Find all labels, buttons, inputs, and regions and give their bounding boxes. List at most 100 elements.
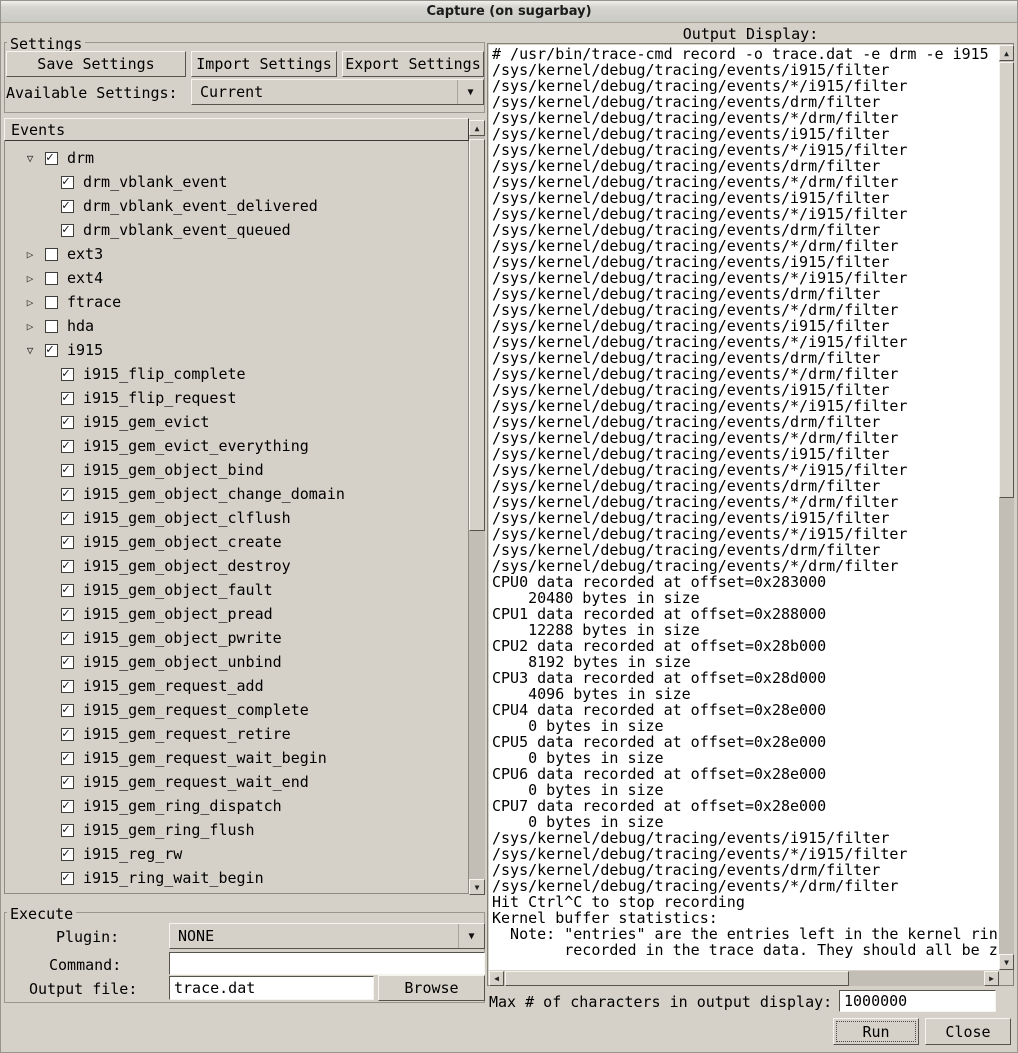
tree-row-i915_gem_object_pwrite[interactable]: ✓ i915_gem_object_pwrite (5, 626, 468, 650)
expander-closed-icon[interactable]: ▷ (23, 296, 37, 309)
output-hscrollbar[interactable]: ◀ ▶ (489, 971, 999, 986)
checkbox-i915_gem_request_complete[interactable]: ✓ (61, 704, 74, 717)
plugin-combo[interactable]: NONE ▼ (169, 923, 485, 949)
tree-row-drm_vblank_event[interactable]: ✓drm_vblank_event (5, 170, 468, 194)
checkbox-i915_gem_request_retire[interactable]: ✓ (61, 728, 74, 741)
tree-row-i915_gem_ring_dispatch[interactable]: ✓i915_gem_ring_dispatch (5, 794, 468, 818)
events-column-header[interactable]: Events (4, 118, 469, 141)
tree-row-i915_gem_request_add[interactable]: ✓i915_gem_request_add (5, 674, 468, 698)
checkbox-ext4[interactable] (45, 272, 58, 285)
close-button[interactable]: Close (925, 1018, 1011, 1045)
tree-row-i915_gem_request_wait_begin[interactable]: ✓ i915_gem_request_wait_begin (5, 746, 468, 770)
save-settings-button[interactable]: Save Settings (6, 51, 186, 77)
events-scrollbar[interactable]: ▲ ▼ (469, 120, 485, 895)
checkbox-i915[interactable]: ✓ (45, 344, 58, 357)
checkbox-drm_vblank_event_delivered[interactable]: ✓ (61, 200, 74, 213)
expander-closed-icon[interactable]: ▷ (23, 272, 37, 285)
plugin-dropdown-zone[interactable]: ▼ (458, 924, 484, 948)
title-bar[interactable]: Capture (on sugarbay) (1, 1, 1017, 23)
checkbox-i915_gem_evict[interactable]: ✓ (61, 416, 74, 429)
tree-row-i915[interactable]: ▽✓i915 (5, 338, 468, 362)
tree-row-i915_gem_object_create[interactable]: ✓i915_gem_object_create (5, 530, 468, 554)
checkbox-i915_gem_object_pwrite[interactable]: ✓ (61, 632, 74, 645)
event-label: i915_gem_object_pwrite (83, 629, 282, 647)
checkbox-i915_gem_ring_flush[interactable]: ✓ (61, 824, 74, 837)
checkbox-i915_flip_complete[interactable]: ✓ (61, 368, 74, 381)
tree-row-i915_gem_object_pread[interactable]: ✓i915_gem_object_pread (5, 602, 468, 626)
checkbox-i915_gem_request_add[interactable]: ✓ (61, 680, 74, 693)
tree-row-drm[interactable]: ▽✓drm (5, 146, 468, 170)
checkbox-i915_gem_object_unbind[interactable]: ✓ (61, 656, 74, 669)
checkbox-drm_vblank_event_queued[interactable]: ✓ (61, 224, 74, 237)
checkbox-i915_gem_object_pread[interactable]: ✓ (61, 608, 74, 621)
tree-row-i915_gem_request_retire[interactable]: ✓i915_gem_request_retire (5, 722, 468, 746)
max-chars-input[interactable] (839, 990, 996, 1012)
checkbox-ftrace[interactable] (45, 296, 58, 309)
tree-row-ext3[interactable]: ▷ext3 (5, 242, 468, 266)
checkbox-i915_gem_object_create[interactable]: ✓ (61, 536, 74, 549)
command-input[interactable] (169, 952, 485, 975)
output-scroll-left-icon[interactable]: ◀ (489, 971, 504, 986)
tree-row-drm_vblank_event_queued[interactable]: ✓drm_vblank_event_queued (5, 218, 468, 242)
tree-row-hda[interactable]: ▷hda (5, 314, 468, 338)
checkbox-hda[interactable] (45, 320, 58, 333)
checkbox-i915_gem_object_change_domain[interactable]: ✓ (61, 488, 74, 501)
tree-row-i915_gem_object_unbind[interactable]: ✓i915_gem_object_unbind (5, 650, 468, 674)
checkbox-i915_gem_ring_dispatch[interactable]: ✓ (61, 800, 74, 813)
tree-row-i915_gem_object_bind[interactable]: ✓i915_gem_object_bind (5, 458, 468, 482)
checkbox-ext3[interactable] (45, 248, 58, 261)
output-scroll-up-icon[interactable]: ▲ (999, 45, 1014, 61)
expander-closed-icon[interactable]: ▷ (23, 320, 37, 333)
expander-open-icon[interactable]: ▽ (23, 152, 37, 165)
import-settings-button[interactable]: Import Settings (191, 51, 337, 77)
tree-row-i915_flip_complete[interactable]: ✓i915_flip_complete (5, 362, 468, 386)
chevron-down-icon: ▼ (467, 87, 473, 98)
checkbox-i915_gem_object_destroy[interactable]: ✓ (61, 560, 74, 573)
tree-row-i915_ring_wait_begin[interactable]: ✓i915_ring_wait_begin (5, 866, 468, 890)
events-scrollbar-thumb[interactable] (469, 139, 485, 531)
checkbox-drm[interactable]: ✓ (45, 152, 58, 165)
checkbox-i915_ring_wait_begin[interactable]: ✓ (61, 872, 74, 885)
tree-row-i915_reg_rw[interactable]: ✓i915_reg_rw (5, 842, 468, 866)
browse-button[interactable]: Browse (378, 975, 485, 1001)
checkbox-i915_flip_request[interactable]: ✓ (61, 392, 74, 405)
checkbox-i915_gem_request_wait_end[interactable]: ✓ (61, 776, 74, 789)
checkbox-i915_gem_object_bind[interactable]: ✓ (61, 464, 74, 477)
tree-row-i915_gem_ring_flush[interactable]: ✓i915_gem_ring_flush (5, 818, 468, 842)
output-file-input[interactable] (169, 976, 374, 1000)
run-button[interactable]: Run (833, 1018, 919, 1045)
tree-row-i915_gem_object_change_domain[interactable]: ✓i915_gem_object_change_domain (5, 482, 468, 506)
expander-open-icon[interactable]: ▽ (23, 344, 37, 357)
events-scroll-up-icon[interactable]: ▲ (469, 120, 485, 136)
checkbox-i915_gem_object_fault[interactable]: ✓ (61, 584, 74, 597)
tree-row-i915_gem_object_destroy[interactable]: ✓i915_gem_object_destroy (5, 554, 468, 578)
output-vscrollbar[interactable]: ▲ ▼ (999, 45, 1014, 970)
expander-closed-icon[interactable]: ▷ (23, 248, 37, 261)
output-scroll-down-icon[interactable]: ▼ (999, 954, 1014, 970)
tree-row-ext4[interactable]: ▷ext4 (5, 266, 468, 290)
output-hscrollbar-thumb[interactable] (505, 971, 849, 986)
output-text[interactable]: # /usr/bin/trace-cmd record -o trace.dat… (489, 45, 999, 970)
tree-row-i915_flip_request[interactable]: ✓i915_flip_request (5, 386, 468, 410)
tree-row-i915_gem_evict[interactable]: ✓i915_gem_evict (5, 410, 468, 434)
output-vscrollbar-thumb[interactable] (999, 62, 1014, 498)
checkbox-i915_reg_rw[interactable]: ✓ (61, 848, 74, 861)
tree-row-i915_gem_evict_everything[interactable]: ✓i915_gem_evict_everything (5, 434, 468, 458)
output-scroll-right-icon[interactable]: ▶ (984, 971, 999, 986)
events-scroll-down-icon[interactable]: ▼ (469, 879, 485, 895)
checkbox-i915_gem_request_wait_begin[interactable]: ✓ (61, 752, 74, 765)
checkbox-i915_gem_object_clflush[interactable]: ✓ (61, 512, 74, 525)
tree-row-i915_gem_request_wait_end[interactable]: ✓i915_gem_request_wait_end (5, 770, 468, 794)
export-settings-button[interactable]: Export Settings (342, 51, 484, 77)
tree-row-i915_gem_object_clflush[interactable]: ✓i915_gem_object_clflush (5, 506, 468, 530)
checkbox-drm_vblank_event[interactable]: ✓ (61, 176, 74, 189)
dropdown-zone[interactable]: ▼ (457, 80, 483, 104)
tree-row-ftrace[interactable]: ▷ftrace (5, 290, 468, 314)
available-settings-combo[interactable]: Current ▼ (191, 79, 484, 105)
tree-row-drm_vblank_event_delivered[interactable]: ✓drm_vblank_event_delivered (5, 194, 468, 218)
events-tree[interactable]: ▽✓drm✓drm_vblank_event✓drm_vblank_event_… (4, 141, 469, 894)
tree-row-i915_gem_request_complete[interactable]: ✓i915_gem_request_complete (5, 698, 468, 722)
checkbox-i915_gem_evict_everything[interactable]: ✓ (61, 440, 74, 453)
tree-row-i915_gem_object_fault[interactable]: ✓i915_gem_object_fault (5, 578, 468, 602)
event-label: i915_gem_request_wait_begin (83, 749, 327, 767)
